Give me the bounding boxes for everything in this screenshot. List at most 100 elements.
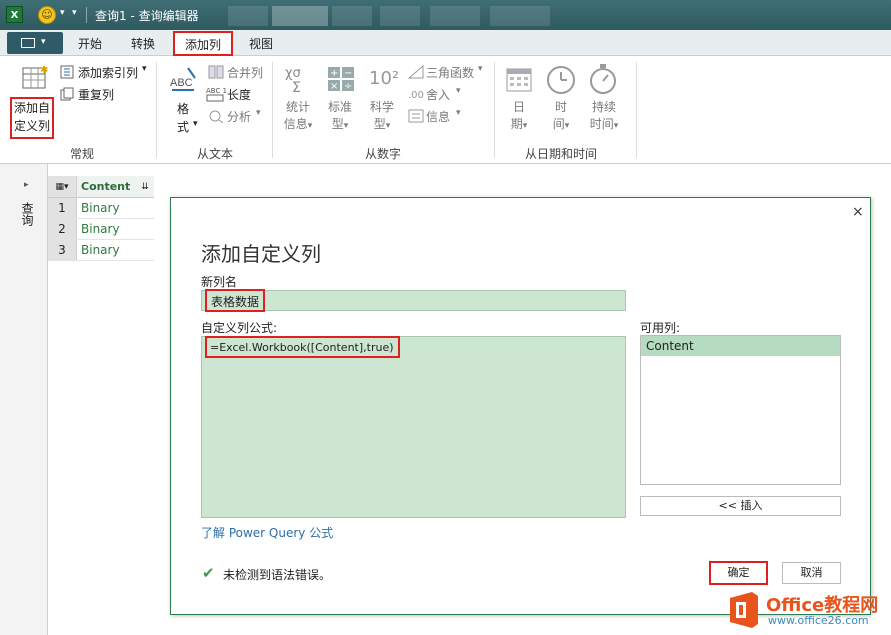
- table-row[interactable]: 2 Binary: [48, 219, 154, 240]
- duplicate-column-button[interactable]: 重复列: [78, 86, 114, 103]
- format-label-1: 格: [176, 102, 189, 116]
- binary-cell[interactable]: Binary: [77, 198, 154, 218]
- date-button[interactable]: 日 期▾: [505, 99, 533, 135]
- merge-columns-button[interactable]: 合并列: [227, 64, 263, 81]
- information-icon: [408, 109, 424, 126]
- chevron-down-icon: ▾: [385, 121, 391, 131]
- tab-view[interactable]: 视图: [249, 35, 273, 52]
- table-row[interactable]: 1 Binary: [48, 198, 154, 219]
- calendar-icon: [506, 66, 532, 95]
- chevron-down-icon[interactable]: ▾: [256, 108, 261, 118]
- standard-label-2: 型: [331, 117, 344, 131]
- time-button[interactable]: 时 间▾: [546, 99, 576, 135]
- ribbon-tab-bar: ▾ 开始 转换 添加列 视图: [0, 30, 891, 56]
- group-label-from-date: 从日期和时间: [525, 147, 598, 161]
- scientific-icon: 10²: [369, 68, 400, 89]
- length-icon: ABC 123: [206, 85, 236, 106]
- duration-button[interactable]: 持续 时间▾: [584, 99, 624, 135]
- table-menu-icon[interactable]: ▦▾: [48, 176, 77, 197]
- cancel-button[interactable]: 取消: [782, 562, 841, 584]
- statistics-label-1: 统计: [285, 100, 310, 114]
- scientific-button[interactable]: 科学 型▾: [366, 99, 398, 135]
- chevron-down-icon[interactable]: ▾: [456, 86, 461, 96]
- smiley-feedback-icon[interactable]: ☺: [38, 6, 56, 24]
- add-index-column-button[interactable]: 添加索引列: [78, 64, 138, 81]
- information-button[interactable]: 信息: [426, 108, 450, 125]
- column-header-content[interactable]: Content: [77, 176, 136, 197]
- row-number: 2: [48, 219, 77, 239]
- statistics-button[interactable]: 统计 信息▾: [282, 99, 314, 135]
- add-custom-column-button[interactable]: 添加自 定义列: [10, 97, 54, 139]
- binary-cell[interactable]: Binary: [77, 219, 154, 239]
- group-separator: [494, 62, 495, 158]
- grid-header-row: ▦▾ Content ⇊: [48, 176, 154, 198]
- office26-watermark: Office教程网 www.office26.com: [722, 586, 891, 635]
- svg-text:χσ: χσ: [285, 66, 301, 81]
- file-menu-button[interactable]: ▾: [7, 32, 63, 54]
- analyze-button[interactable]: 分析: [227, 108, 251, 125]
- index-column-icon: [60, 65, 74, 82]
- format-icon: ABC: [168, 64, 198, 94]
- standard-button[interactable]: 标准 型▾: [324, 99, 356, 135]
- insert-button[interactable]: << 插入: [640, 496, 841, 516]
- duration-label-2: 时间: [589, 117, 614, 131]
- background-blur: [228, 6, 268, 26]
- dialog-title: 添加自定义列: [201, 242, 321, 266]
- formula-value: =Excel.Workbook([Content],true): [205, 336, 400, 358]
- chevron-down-icon[interactable]: ▾: [60, 8, 65, 18]
- add-custom-column-dialog: × 添加自定义列 新列名 表格数据 自定义列公式: =Excel.Workboo…: [170, 197, 871, 615]
- time-label-1: 时: [554, 100, 567, 114]
- custom-column-icon: ✱: [22, 64, 48, 90]
- group-label-general: 常规: [70, 147, 95, 161]
- svg-text:.00: .00: [408, 90, 424, 101]
- tab-home[interactable]: 开始: [78, 35, 102, 52]
- binary-cell[interactable]: Binary: [77, 240, 154, 260]
- formula-textarea[interactable]: =Excel.Workbook([Content],true): [201, 336, 626, 518]
- learn-power-query-link[interactable]: 了解 Power Query 公式: [201, 524, 333, 541]
- chevron-down-icon[interactable]: ▾: [478, 64, 483, 74]
- trigonometry-button[interactable]: 三角函数: [426, 64, 474, 81]
- stopwatch-icon: [588, 63, 618, 98]
- chevron-down-icon[interactable]: ▾: [193, 119, 198, 129]
- office-logo-icon: [726, 590, 762, 630]
- ok-button[interactable]: 确定: [709, 561, 768, 585]
- tab-transform[interactable]: 转换: [131, 35, 155, 52]
- available-columns-label: 可用列:: [640, 321, 681, 335]
- clock-icon: [546, 65, 576, 98]
- background-blur: [430, 6, 480, 26]
- chevron-down-icon: ▾: [564, 121, 570, 131]
- rounding-button[interactable]: 舍入: [426, 86, 450, 103]
- data-grid: ▦▾ Content ⇊ 1 Binary 2 Binary 3 Binary: [48, 176, 154, 261]
- length-button[interactable]: 长度: [227, 86, 251, 103]
- expand-column-icon[interactable]: ⇊: [136, 176, 154, 197]
- date-label-2: 期: [510, 117, 523, 131]
- customize-toolbar-icon[interactable]: ▾: [72, 8, 77, 18]
- background-blur: [272, 6, 328, 26]
- chevron-down-icon: ▾: [613, 121, 619, 131]
- close-icon[interactable]: ×: [852, 204, 864, 220]
- title-separator: [86, 7, 87, 23]
- tab-add-column[interactable]: 添加列: [173, 31, 234, 56]
- available-column-item[interactable]: Content: [641, 336, 840, 356]
- title-bar: X ☺ ▾ ▾ 查询1 - 查询编辑器: [0, 0, 891, 30]
- new-column-name-value: 表格数据: [205, 289, 266, 312]
- file-menu-icon: [21, 38, 35, 48]
- available-columns-list[interactable]: Content: [640, 335, 841, 485]
- new-column-name-input[interactable]: 表格数据: [201, 289, 626, 312]
- syntax-status-text: 未检测到语法错误。: [223, 568, 332, 582]
- expand-pane-icon[interactable]: ▸: [24, 180, 29, 190]
- chevron-down-icon[interactable]: ▾: [456, 108, 461, 118]
- format-abc-glyph: ABC: [170, 77, 193, 89]
- table-row[interactable]: 3 Binary: [48, 240, 154, 261]
- row-number: 1: [48, 198, 77, 218]
- background-blur: [490, 6, 550, 26]
- window-title: 查询1 - 查询编辑器: [95, 9, 199, 23]
- chevron-down-icon[interactable]: ▾: [142, 64, 147, 74]
- excel-app-icon[interactable]: X: [6, 6, 23, 23]
- group-label-from-number: 从数字: [365, 147, 402, 161]
- format-button[interactable]: 格 式: [170, 100, 196, 136]
- check-icon: ✔: [202, 564, 215, 582]
- statistics-label-2: 信息: [283, 117, 308, 131]
- queries-pane-label[interactable]: 查询: [20, 202, 34, 226]
- chevron-down-icon: ▾: [343, 121, 349, 131]
